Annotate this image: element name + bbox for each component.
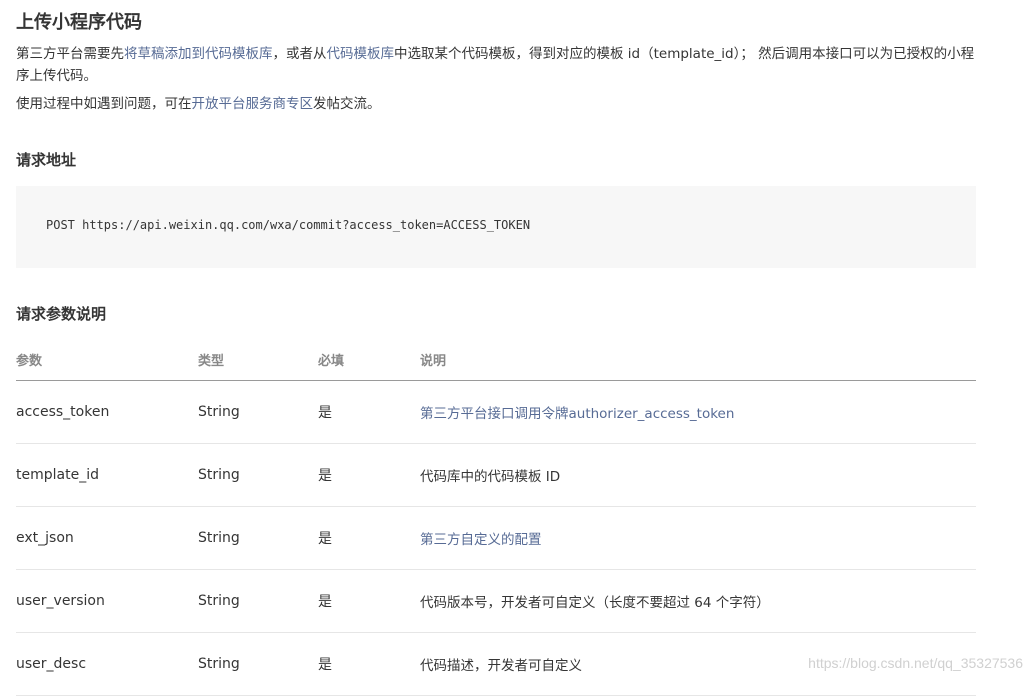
param-desc: 代码库中的代码模板 ID — [420, 443, 976, 507]
param-type: String — [198, 632, 318, 696]
request-url-code: POST https://api.weixin.qq.com/wxa/commi… — [46, 218, 531, 232]
column-header-param: 参数 — [16, 338, 198, 381]
intro-text: 第三方平台需要先 — [16, 46, 124, 62]
intro-paragraph-1: 第三方平台需要先将草稿添加到代码模板库，或者从代码模板库中选取某个代码模板，得到… — [16, 43, 976, 87]
param-required: 是 — [318, 380, 420, 444]
intro-text: ，或者从 — [272, 46, 327, 62]
column-header-required: 必填 — [318, 338, 420, 381]
param-type: String — [198, 443, 318, 507]
intro-text: 发帖交流。 — [313, 96, 381, 112]
add-draft-to-template-link[interactable]: 将草稿添加到代码模板库 — [124, 46, 273, 62]
param-name: user_version — [16, 569, 198, 633]
request-url-code-block: POST https://api.weixin.qq.com/wxa/commi… — [16, 186, 976, 268]
param-name: ext_json — [16, 506, 198, 570]
param-desc-link[interactable]: 第三方平台接口调用令牌authorizer_access_token — [420, 380, 976, 444]
param-desc-link[interactable]: 第三方自定义的配置 — [420, 506, 976, 570]
column-header-desc: 说明 — [420, 338, 976, 381]
table-row: template_id String 是 代码库中的代码模板 ID — [16, 443, 976, 507]
param-type: String — [198, 506, 318, 570]
param-required: 是 — [318, 569, 420, 633]
intro-section: 第三方平台需要先将草稿添加到代码模板库，或者从代码模板库中选取某个代码模板，得到… — [16, 43, 976, 115]
table-row: ext_json String 是 第三方自定义的配置 — [16, 506, 976, 570]
param-type: String — [198, 380, 318, 444]
param-type: String — [198, 569, 318, 633]
param-name: user_desc — [16, 632, 198, 696]
params-table: 参数 类型 必填 说明 access_token String 是 第三方平台接… — [16, 338, 976, 696]
param-desc: 代码版本号，开发者可自定义（长度不要超过 64 个字符） — [420, 569, 976, 633]
param-required: 是 — [318, 443, 420, 507]
params-table-header: 参数 类型 必填 说明 — [16, 338, 976, 381]
params-heading: 请求参数说明 — [16, 305, 107, 323]
service-provider-forum-link[interactable]: 开放平台服务商专区 — [192, 96, 314, 112]
intro-paragraph-2: 使用过程中如遇到问题，可在开放平台服务商专区发帖交流。 — [16, 93, 976, 115]
param-required: 是 — [318, 506, 420, 570]
watermark: https://blog.csdn.net/qq_35327536 — [808, 655, 1023, 671]
template-library-link[interactable]: 代码模板库 — [327, 46, 395, 62]
param-required: 是 — [318, 632, 420, 696]
column-header-type: 类型 — [198, 338, 318, 381]
request-url-heading: 请求地址 — [16, 151, 77, 169]
table-row: access_token String 是 第三方平台接口调用令牌authori… — [16, 380, 976, 444]
param-name: template_id — [16, 443, 198, 507]
page-title: 上传小程序代码 — [16, 12, 142, 33]
param-name: access_token — [16, 380, 198, 444]
intro-text: 使用过程中如遇到问题，可在 — [16, 96, 192, 112]
table-row: user_version String 是 代码版本号，开发者可自定义（长度不要… — [16, 569, 976, 633]
